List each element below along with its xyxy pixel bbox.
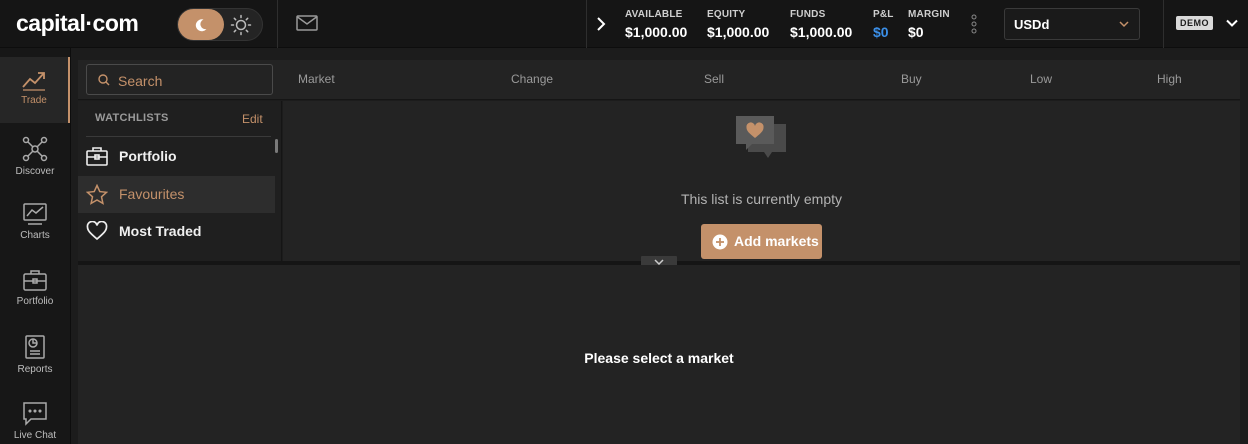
available-stat: AVAILABLE $1,000.00 (625, 9, 687, 40)
nav-label: Portfolio (16, 296, 54, 307)
nav-reports[interactable]: Reports (0, 322, 70, 388)
equity-value: $1,000.00 (707, 24, 770, 40)
column-high[interactable]: High (1157, 72, 1182, 86)
watchlist-label: Favourites (119, 186, 185, 202)
column-sell[interactable]: Sell (704, 72, 724, 86)
nav-charts[interactable]: Charts (0, 190, 70, 256)
market-list: This list is currently empty Add markets (283, 101, 1240, 261)
favourite-chat-icon (736, 116, 786, 158)
briefcase-icon (23, 270, 47, 291)
search-input[interactable]: Search (86, 64, 273, 95)
nav-discover[interactable]: Discover (0, 124, 70, 190)
column-low[interactable]: Low (1030, 72, 1052, 86)
nav-label: Live Chat (13, 430, 57, 441)
equity-stat: EQUITY $1,000.00 (707, 9, 769, 40)
nav-label: Reports (17, 364, 53, 375)
watchlist-item-favourites[interactable]: Favourites (78, 176, 275, 213)
chart-icon (23, 203, 47, 225)
brand-logo[interactable]: capital·com (16, 10, 139, 37)
report-icon (25, 335, 45, 359)
watchlists-title: WATCHLISTS (95, 112, 169, 124)
column-market[interactable]: Market (298, 72, 335, 86)
watchlists-panel: WATCHLISTS Edit Portfolio Favourites Mos… (78, 101, 282, 261)
column-buy[interactable]: Buy (901, 72, 922, 86)
market-details-panel: Please select a market (78, 265, 1240, 444)
empty-list-message: This list is currently empty (680, 191, 843, 207)
currency-value: USDd (1014, 17, 1050, 32)
heart-icon (86, 221, 108, 241)
funds-value: $1,000.00 (790, 24, 853, 40)
top-bar: capital·com AVAILABLE $1,000.00 EQUITY $… (0, 0, 1248, 48)
watchlists-edit-button[interactable]: Edit (242, 112, 263, 126)
moon-icon[interactable] (178, 9, 224, 40)
chevron-right-icon[interactable] (595, 16, 607, 32)
chevron-down-icon[interactable] (1226, 19, 1238, 27)
sun-icon[interactable] (230, 14, 252, 36)
market-header: Search Market Change Sell Buy Low High (78, 60, 1240, 100)
add-markets-button[interactable]: Add markets (701, 224, 822, 259)
margin-label: MARGIN (908, 9, 950, 20)
account-summary: AVAILABLE $1,000.00 EQUITY $1,000.00 FUN… (586, 0, 1162, 48)
column-change[interactable]: Change (511, 72, 553, 86)
pnl-value: $0 (873, 24, 889, 40)
margin-stat: MARGIN $0 (908, 9, 950, 40)
watchlist-item-most-traded[interactable]: Most Traded (78, 213, 275, 250)
more-options-icon[interactable] (971, 14, 977, 34)
funds-label: FUNDS (790, 9, 826, 20)
available-label: AVAILABLE (625, 9, 683, 20)
left-nav: Trade Discover Charts Portfolio Reports … (0, 48, 71, 444)
add-markets-label: Add markets (734, 233, 819, 249)
scrollbar[interactable] (275, 139, 278, 153)
watchlist-label: Portfolio (119, 148, 177, 164)
divider (277, 0, 278, 48)
theme-toggle[interactable] (177, 8, 263, 41)
trending-up-icon (22, 72, 45, 91)
nav-trade[interactable]: Trade (0, 57, 70, 123)
chevron-down-icon (1119, 21, 1129, 28)
margin-value: $0 (908, 24, 924, 40)
select-market-message: Please select a market (584, 350, 734, 366)
watchlist-item-portfolio[interactable]: Portfolio (78, 138, 275, 175)
nav-portfolio[interactable]: Portfolio (0, 256, 70, 322)
network-icon (22, 136, 48, 162)
demo-badge: DEMO (1176, 16, 1213, 30)
pnl-label: P&L (873, 9, 894, 20)
mail-icon[interactable] (296, 14, 318, 32)
nav-live-chat[interactable]: Live Chat (0, 388, 70, 444)
funds-stat: FUNDS $1,000.00 (790, 9, 852, 40)
watchlist-label: Most Traded (119, 223, 202, 239)
equity-label: EQUITY (707, 9, 746, 20)
search-icon (98, 74, 110, 86)
star-icon (86, 184, 108, 205)
chat-icon (23, 402, 47, 426)
nav-label: Charts (20, 230, 50, 241)
nav-label: Trade (21, 95, 47, 106)
divider (86, 136, 271, 137)
account-mode-menu[interactable]: DEMO (1163, 0, 1248, 48)
pnl-stat: P&L $0 (873, 9, 894, 40)
currency-select[interactable]: USDd (1004, 8, 1140, 40)
plus-circle-icon (712, 234, 728, 250)
search-placeholder: Search (118, 73, 163, 89)
available-value: $1,000.00 (625, 24, 688, 40)
briefcase-icon (86, 147, 108, 166)
nav-label: Discover (15, 166, 55, 177)
